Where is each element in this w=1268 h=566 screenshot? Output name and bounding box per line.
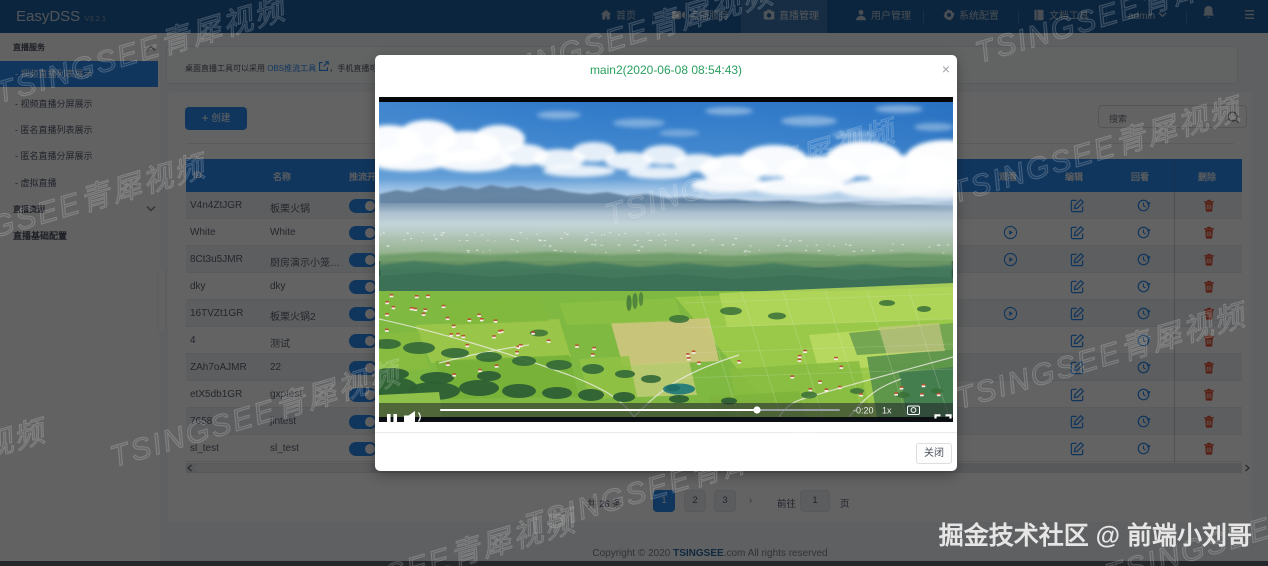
svg-text:-0:20: -0:20 [853,406,874,416]
svg-text:1x: 1x [882,406,892,416]
